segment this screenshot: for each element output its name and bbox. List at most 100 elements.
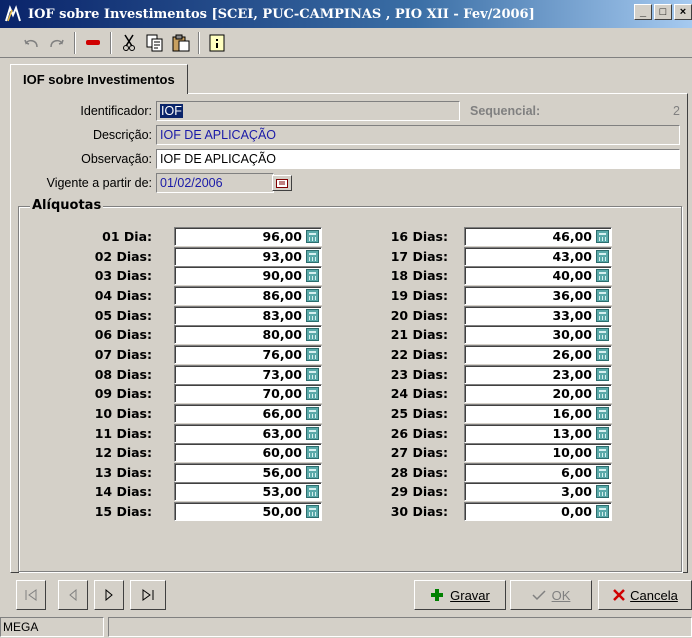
aliquota-label: 06 Dias: — [94, 327, 152, 342]
gravar-button[interactable]: Gravar — [414, 580, 506, 610]
aliquota-field[interactable]: 46,00 — [464, 227, 612, 246]
aliquota-field[interactable]: 53,00 — [174, 482, 322, 501]
aliquota-field[interactable]: 23,00 — [464, 365, 612, 384]
calculator-icon[interactable] — [596, 328, 609, 341]
aliquota-label: 16 Dias: — [390, 229, 448, 244]
calculator-icon[interactable] — [596, 309, 609, 322]
calculator-icon[interactable] — [596, 269, 609, 282]
calculator-icon[interactable] — [596, 368, 609, 381]
calendar-icon[interactable] — [272, 175, 292, 191]
aliquota-field[interactable]: 63,00 — [174, 424, 322, 443]
aliquota-field[interactable]: 56,00 — [174, 463, 322, 482]
aliquota-field[interactable]: 16,00 — [464, 404, 612, 423]
aliquota-label: 09 Dias: — [94, 386, 152, 401]
aliquota-value: 26,00 — [552, 347, 592, 362]
vigente-label: Vigente a partir de: — [46, 176, 152, 190]
aliquota-label: 08 Dias: — [94, 367, 152, 382]
redo-icon[interactable] — [44, 31, 70, 55]
aliquota-value: 66,00 — [262, 406, 302, 421]
aliquota-field[interactable]: 60,00 — [174, 443, 322, 462]
aliquota-field[interactable]: 70,00 — [174, 384, 322, 403]
aliquota-field[interactable]: 43,00 — [464, 247, 612, 266]
aliquota-field[interactable]: 3,00 — [464, 482, 612, 501]
aliquota-label: 29 Dias: — [390, 484, 448, 499]
cancela-label: Cancela — [630, 587, 678, 603]
observacao-field[interactable]: IOF DE APLICAÇÃO — [156, 149, 680, 169]
calculator-icon[interactable] — [596, 407, 609, 420]
aliquota-value: 76,00 — [262, 347, 302, 362]
delete-icon[interactable] — [80, 31, 106, 55]
calculator-icon[interactable] — [596, 466, 609, 479]
calculator-icon[interactable] — [596, 427, 609, 440]
aliquota-value: 83,00 — [262, 308, 302, 323]
aliquota-field[interactable]: 0,00 — [464, 502, 612, 521]
aliquota-value: 60,00 — [262, 445, 302, 460]
aliquota-field[interactable]: 26,00 — [464, 345, 612, 364]
aliquota-field[interactable]: 90,00 — [174, 266, 322, 285]
aliquota-label: 27 Dias: — [390, 445, 448, 460]
aliquota-value: 0,00 — [561, 504, 592, 519]
ok-button[interactable]: OK — [510, 580, 592, 610]
mega-app-icon[interactable] — [4, 5, 22, 23]
aliquota-value: 30,00 — [552, 327, 592, 342]
vigente-date-field[interactable]: 01/02/2006 — [156, 173, 274, 193]
aliquota-label: 02 Dias: — [94, 249, 152, 264]
next-record-icon[interactable] — [94, 580, 124, 610]
aliquota-value: 56,00 — [262, 465, 302, 480]
aliquota-field[interactable]: 93,00 — [174, 247, 322, 266]
info-icon[interactable] — [204, 31, 230, 55]
tab-iof-sobre-investimentos[interactable]: IOF sobre Investimentos — [10, 64, 188, 94]
maximize-button[interactable]: □ — [654, 4, 672, 20]
calculator-icon[interactable] — [596, 348, 609, 361]
aliquota-field[interactable]: 76,00 — [174, 345, 322, 364]
calculator-icon[interactable] — [596, 505, 609, 518]
toolbar-separator — [198, 31, 200, 54]
paste-icon[interactable] — [168, 31, 194, 55]
aliquota-label: 17 Dias: — [390, 249, 448, 264]
aliquota-label: 19 Dias: — [390, 288, 448, 303]
last-record-icon[interactable] — [130, 580, 166, 610]
navigation-bar: Gravar OK Cancela — [0, 576, 692, 614]
aliquota-field[interactable]: 83,00 — [174, 306, 322, 325]
observacao-value: IOF DE APLICAÇÃO — [160, 152, 277, 166]
close-button[interactable]: × — [674, 4, 692, 20]
calculator-icon[interactable] — [596, 250, 609, 263]
copy-icon[interactable] — [142, 31, 168, 55]
calculator-icon[interactable] — [596, 230, 609, 243]
aliquota-value: 50,00 — [262, 504, 302, 519]
aliquota-field[interactable]: 10,00 — [464, 443, 612, 462]
cut-icon[interactable] — [116, 31, 142, 55]
aliquota-value: 73,00 — [262, 367, 302, 382]
aliquota-field[interactable]: 33,00 — [464, 306, 612, 325]
status-panel-empty — [108, 617, 692, 637]
aliquota-field[interactable]: 40,00 — [464, 266, 612, 285]
aliquota-field[interactable]: 30,00 — [464, 325, 612, 344]
aliquota-label: 26 Dias: — [390, 426, 448, 441]
aliquotas-title: Alíquotas — [30, 198, 104, 213]
calculator-icon[interactable] — [596, 289, 609, 302]
aliquota-field[interactable]: 50,00 — [174, 502, 322, 521]
undo-icon[interactable] — [18, 31, 44, 55]
previous-record-icon[interactable] — [58, 580, 88, 610]
calculator-icon[interactable] — [596, 446, 609, 459]
identificador-field[interactable]: IOF — [156, 101, 460, 121]
aliquota-field[interactable]: 73,00 — [174, 365, 322, 384]
aliquota-field[interactable]: 6,00 — [464, 463, 612, 482]
minimize-button[interactable]: _ — [634, 4, 652, 20]
aliquota-field[interactable]: 66,00 — [174, 404, 322, 423]
aliquota-value: 86,00 — [262, 288, 302, 303]
aliquota-field[interactable]: 80,00 — [174, 325, 322, 344]
first-record-icon[interactable] — [16, 580, 46, 610]
calculator-icon[interactable] — [596, 485, 609, 498]
aliquota-field[interactable]: 96,00 — [174, 227, 322, 246]
calculator-icon[interactable] — [596, 387, 609, 400]
aliquota-field[interactable]: 36,00 — [464, 286, 612, 305]
aliquota-field[interactable]: 20,00 — [464, 384, 612, 403]
descricao-field[interactable]: IOF DE APLICAÇÃO — [156, 125, 680, 145]
aliquota-field[interactable]: 13,00 — [464, 424, 612, 443]
aliquota-label: 11 Dias: — [94, 426, 152, 441]
aliquota-field[interactable]: 86,00 — [174, 286, 322, 305]
aliquota-label: 21 Dias: — [390, 327, 448, 342]
window-controls: _ □ × — [634, 4, 692, 20]
cancela-button[interactable]: Cancela — [598, 580, 692, 610]
